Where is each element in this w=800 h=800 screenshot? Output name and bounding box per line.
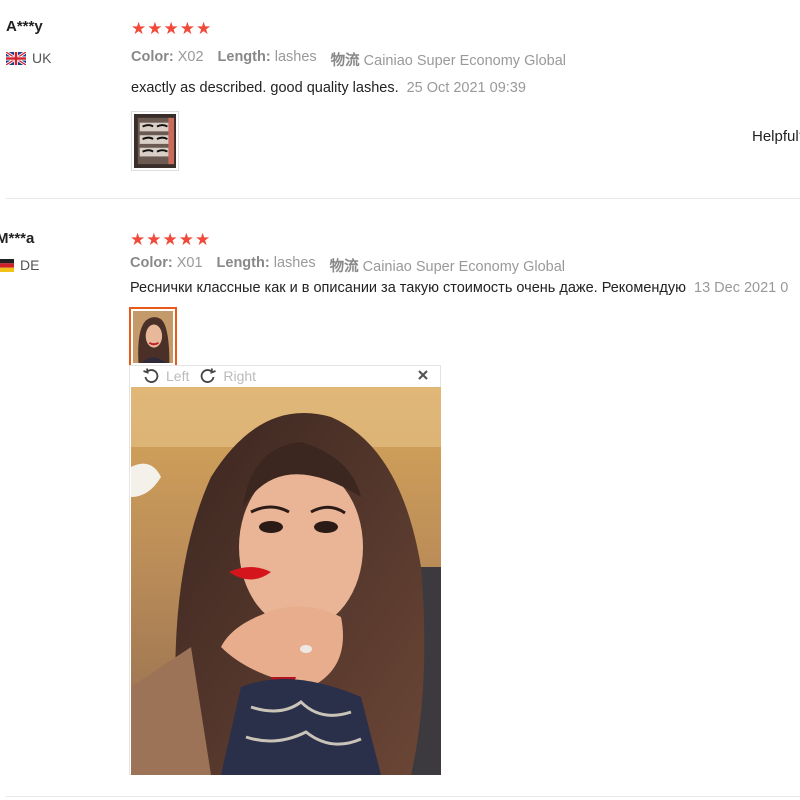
country-code: DE: [20, 257, 40, 273]
rotate-right-icon: [201, 368, 217, 383]
reviews-page: A***y UK ★ ★ ★ ★ ★ Color: X02 Length: la…: [0, 0, 800, 800]
reviewer-country: DE: [0, 257, 39, 273]
attr-label: 物流: [330, 53, 360, 69]
attr-label: Color:: [131, 49, 174, 65]
attr-value: X02: [177, 49, 204, 65]
rotate-right-button[interactable]: Right: [199, 367, 256, 385]
attr-label: 物流: [329, 259, 359, 275]
attr-label: Length:: [216, 255, 270, 271]
star-icon: ★: [130, 230, 146, 249]
product-attributes: Color: X01 Length: lashes 物流 Cainiao Sup…: [130, 255, 565, 276]
review-text: Реснички классные как и в описании за та…: [130, 280, 788, 296]
attr-value: lashes: [274, 49, 317, 65]
star-icon: ★: [178, 230, 194, 249]
attr-value: lashes: [273, 255, 316, 271]
length-attribute: Length: lashes: [218, 49, 317, 70]
star-rating: ★ ★ ★ ★ ★: [131, 20, 211, 37]
reviewer-name: A***y: [6, 18, 43, 35]
star-icon: ★: [147, 19, 163, 38]
photo-viewer: Left Right: [129, 365, 441, 775]
star-icon: ★: [162, 230, 178, 249]
review-photo-large: [131, 387, 441, 775]
star-icon: ★: [163, 19, 179, 38]
attr-label: Color:: [130, 255, 173, 271]
uk-flag-icon: [6, 51, 26, 65]
attr-value: Cainiao Super Economy Global: [362, 259, 565, 275]
color-attribute: Color: X02: [131, 49, 204, 70]
lashes-product-image: [134, 114, 176, 168]
reviewer-name: M***a: [0, 230, 35, 247]
helpful-button[interactable]: Helpful?: [752, 128, 800, 145]
reviewer-country: UK: [6, 50, 51, 66]
review-photo-thumbnail[interactable]: [131, 111, 179, 171]
review-item: A***y UK ★ ★ ★ ★ ★ Color: X02 Length: la…: [0, 0, 800, 198]
review-date: 25 Oct 2021 09:39: [406, 80, 526, 96]
close-icon[interactable]: [416, 368, 430, 382]
review-date: 13 Dec 2021 0: [694, 280, 789, 296]
star-icon: ★: [131, 19, 147, 38]
rotate-left-button[interactable]: Left: [142, 367, 189, 385]
star-icon: ★: [195, 230, 211, 249]
country-code: UK: [32, 50, 52, 66]
review-text: exactly as described. good quality lashe…: [131, 80, 526, 96]
rotate-left-label: Left: [166, 368, 190, 384]
star-icon: ★: [196, 19, 212, 38]
selfie-thumbnail-image: [133, 311, 173, 363]
star-icon: ★: [146, 230, 162, 249]
star-rating: ★ ★ ★ ★ ★: [130, 231, 210, 248]
de-flag-icon: [0, 258, 14, 272]
review-body: exactly as described. good quality lashe…: [131, 80, 399, 96]
review-photo-thumbnail[interactable]: [129, 307, 177, 373]
rotate-left-icon: [143, 368, 159, 383]
attr-value: Cainiao Super Economy Global: [363, 53, 566, 69]
shipping-attribute: 物流 Cainiao Super Economy Global: [330, 255, 565, 276]
review-divider: [6, 796, 800, 797]
color-attribute: Color: X01: [130, 255, 203, 276]
length-attribute: Length: lashes: [217, 255, 316, 276]
viewer-toolbar: Left Right: [130, 366, 440, 386]
attr-label: Length:: [217, 49, 271, 65]
star-icon: ★: [179, 19, 195, 38]
shipping-attribute: 物流 Cainiao Super Economy Global: [331, 49, 566, 70]
rotate-right-label: Right: [223, 368, 257, 384]
attr-value: X01: [176, 255, 203, 271]
review-body: Реснички классные как и в описании за та…: [130, 280, 686, 296]
product-attributes: Color: X02 Length: lashes 物流 Cainiao Sup…: [131, 49, 566, 70]
